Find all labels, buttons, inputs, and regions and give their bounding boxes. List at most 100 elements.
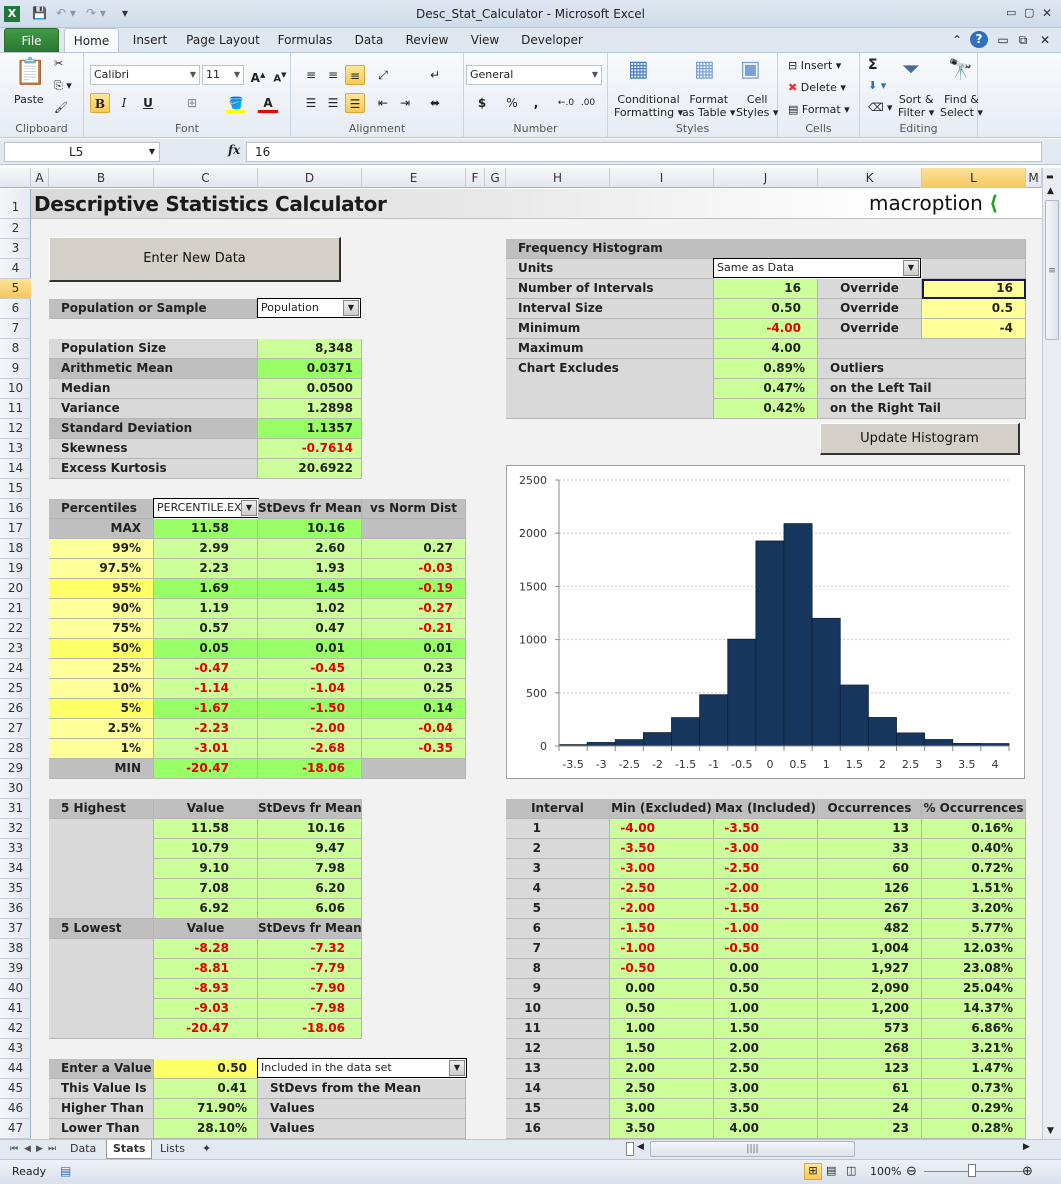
histogram-chart[interactable]: 0 500 1000 1500 2000 2500 -3.5 -3 -2.5 -2 -1.5 -1 -0… — [506, 465, 1025, 779]
row-header-6[interactable]: 6 — [0, 299, 31, 319]
tab-split-handle[interactable] — [626, 1142, 634, 1156]
override-input[interactable]: 0.5 — [922, 299, 1026, 319]
format-cells-button[interactable]: ▤ Format ▾ — [788, 103, 850, 116]
row-header-39[interactable]: 39 — [0, 959, 31, 979]
column-header-f[interactable]: F — [466, 168, 485, 188]
column-header-d[interactable]: D — [258, 168, 362, 188]
tab-formulas[interactable]: Formulas — [272, 28, 338, 52]
update-histogram-button[interactable]: Update Histogram — [820, 423, 1020, 455]
row-header-43[interactable]: 43 — [0, 1039, 31, 1059]
minimize-icon[interactable]: ▭ — [1006, 6, 1016, 19]
row-header-3[interactable]: 3 — [0, 239, 31, 259]
merge-center-icon[interactable]: ⬌ — [425, 93, 445, 113]
row-header-44[interactable]: 44 — [0, 1059, 31, 1079]
row-header-1[interactable]: 1 — [0, 189, 31, 219]
row-header-18[interactable]: 18 — [0, 539, 31, 559]
format-painter-icon[interactable]: 🖌 — [54, 101, 68, 114]
fill-color-icon[interactable]: 🪣 — [226, 93, 246, 113]
paste-button[interactable]: Paste — [14, 93, 44, 106]
row-header-35[interactable]: 35 — [0, 879, 31, 899]
row-header-22[interactable]: 22 — [0, 619, 31, 639]
tab-developer[interactable]: Developer — [516, 28, 588, 52]
units-dropdown[interactable]: Same as Data ▼ — [713, 258, 921, 278]
row-header-45[interactable]: 45 — [0, 1079, 31, 1099]
enter-value-input[interactable]: 0.50 — [154, 1059, 258, 1079]
workbook-minimize-icon[interactable]: ▭ — [996, 28, 1010, 52]
column-header-c[interactable]: C — [154, 168, 258, 188]
row-header-31[interactable]: 31 — [0, 799, 31, 819]
row-header-19[interactable]: 19 — [0, 559, 31, 579]
row-header-33[interactable]: 33 — [0, 839, 31, 859]
close-icon[interactable]: ✕ — [1042, 6, 1052, 20]
format-as-table-button[interactable]: Format as Table ▾ — [682, 93, 735, 119]
align-left-icon[interactable]: ☰ — [301, 93, 321, 113]
row-header-2[interactable]: 2 — [0, 219, 31, 239]
underline-button[interactable]: U — [138, 93, 158, 113]
find-select-button[interactable]: Find & Select ▾ — [940, 93, 983, 119]
cell-styles-button[interactable]: Cell Styles ▾ — [736, 93, 778, 119]
enter-new-data-button[interactable]: Enter New Data — [49, 237, 341, 282]
shrink-font-icon[interactable]: A▼ — [270, 65, 290, 85]
sort-filter-button[interactable]: Sort & Filter ▾ — [898, 93, 934, 119]
bold-button[interactable]: B — [90, 93, 110, 113]
row-header-36[interactable]: 36 — [0, 899, 31, 919]
row-header-30[interactable]: 30 — [0, 779, 31, 799]
value-mode-dropdown[interactable]: Included in the data set ▼ — [257, 1058, 467, 1078]
insert-cells-button[interactable]: ⊟ Insert ▾ — [788, 59, 841, 72]
column-header-a[interactable]: A — [31, 168, 49, 188]
sheet-tab-stats[interactable]: Stats — [106, 1140, 153, 1159]
clear-icon[interactable]: ⌫ ▾ — [868, 101, 893, 114]
decrease-indent-icon[interactable]: ⇤ — [373, 93, 393, 113]
conditional-formatting-button[interactable]: Conditional Formatting ▾ — [614, 93, 683, 119]
normal-view-icon[interactable]: ⊞ — [804, 1163, 822, 1180]
increase-decimal-icon[interactable]: ←.0 — [556, 93, 576, 113]
number-format-combo[interactable]: General ▼ — [466, 65, 602, 85]
row-header-40[interactable]: 40 — [0, 979, 31, 999]
column-header-i[interactable]: I — [610, 168, 714, 188]
conditional-formatting-icon[interactable]: ▦ — [628, 57, 649, 82]
align-center-icon[interactable]: ☰ — [323, 93, 343, 113]
font-name-combo[interactable]: Calibri ▼ — [90, 65, 200, 85]
row-header-14[interactable]: 14 — [0, 459, 31, 479]
column-header-h[interactable]: H — [506, 168, 610, 188]
sort-filter-icon[interactable]: ⏷ — [902, 57, 920, 82]
row-header-26[interactable]: 26 — [0, 699, 31, 719]
sheet-tab-data[interactable]: Data — [64, 1140, 102, 1159]
split-handle-icon[interactable]: ▬ — [1046, 172, 1054, 181]
delete-cells-button[interactable]: ✖ Delete ▾ — [788, 81, 846, 94]
tab-page-layout[interactable]: Page Layout — [182, 28, 264, 52]
select-all-corner[interactable] — [0, 168, 31, 188]
zoom-out-icon[interactable]: ⊖ — [906, 1164, 917, 1179]
format-as-table-icon[interactable]: ▦ — [694, 57, 715, 82]
workbook-close-icon[interactable]: ✕ — [1038, 28, 1052, 52]
increase-indent-icon[interactable]: ⇥ — [395, 93, 415, 113]
insert-function-icon[interactable]: fx — [228, 143, 240, 157]
cell-styles-icon[interactable]: ▣ — [740, 57, 761, 82]
scroll-left-icon[interactable]: ◀ — [637, 1142, 644, 1152]
row-header-5[interactable]: 5 — [0, 279, 31, 299]
align-bottom-icon[interactable]: ≡ — [345, 65, 365, 85]
override-input[interactable]: -4 — [922, 319, 1026, 339]
decrease-decimal-icon[interactable]: .00 — [578, 93, 598, 113]
tab-data[interactable]: Data — [346, 28, 392, 52]
minimize-ribbon-icon[interactable]: ⌃ — [950, 28, 964, 52]
zoom-slider-thumb[interactable] — [968, 1164, 976, 1177]
tab-home[interactable]: Home — [64, 28, 119, 52]
italic-button[interactable]: I — [114, 93, 134, 113]
fill-icon[interactable]: ⬇ ▾ — [868, 79, 886, 92]
horizontal-scroll-thumb[interactable]: |||| — [650, 1141, 855, 1157]
align-middle-icon[interactable]: ≡ — [323, 65, 343, 85]
zoom-level[interactable]: 100% — [870, 1165, 901, 1178]
find-select-icon[interactable]: 🔭 — [948, 57, 973, 81]
row-header-28[interactable]: 28 — [0, 739, 31, 759]
name-box[interactable]: L5 ▼ — [4, 142, 160, 162]
row-header-12[interactable]: 12 — [0, 419, 31, 439]
row-header-41[interactable]: 41 — [0, 999, 31, 1019]
comma-button[interactable]: , — [526, 93, 546, 113]
cut-icon[interactable]: ✂ — [54, 57, 63, 70]
row-header-27[interactable]: 27 — [0, 719, 31, 739]
column-header-l[interactable]: L — [922, 168, 1026, 188]
percent-button[interactable]: % — [502, 93, 522, 113]
row-header-47[interactable]: 47 — [0, 1119, 31, 1139]
row-header-10[interactable]: 10 — [0, 379, 31, 399]
